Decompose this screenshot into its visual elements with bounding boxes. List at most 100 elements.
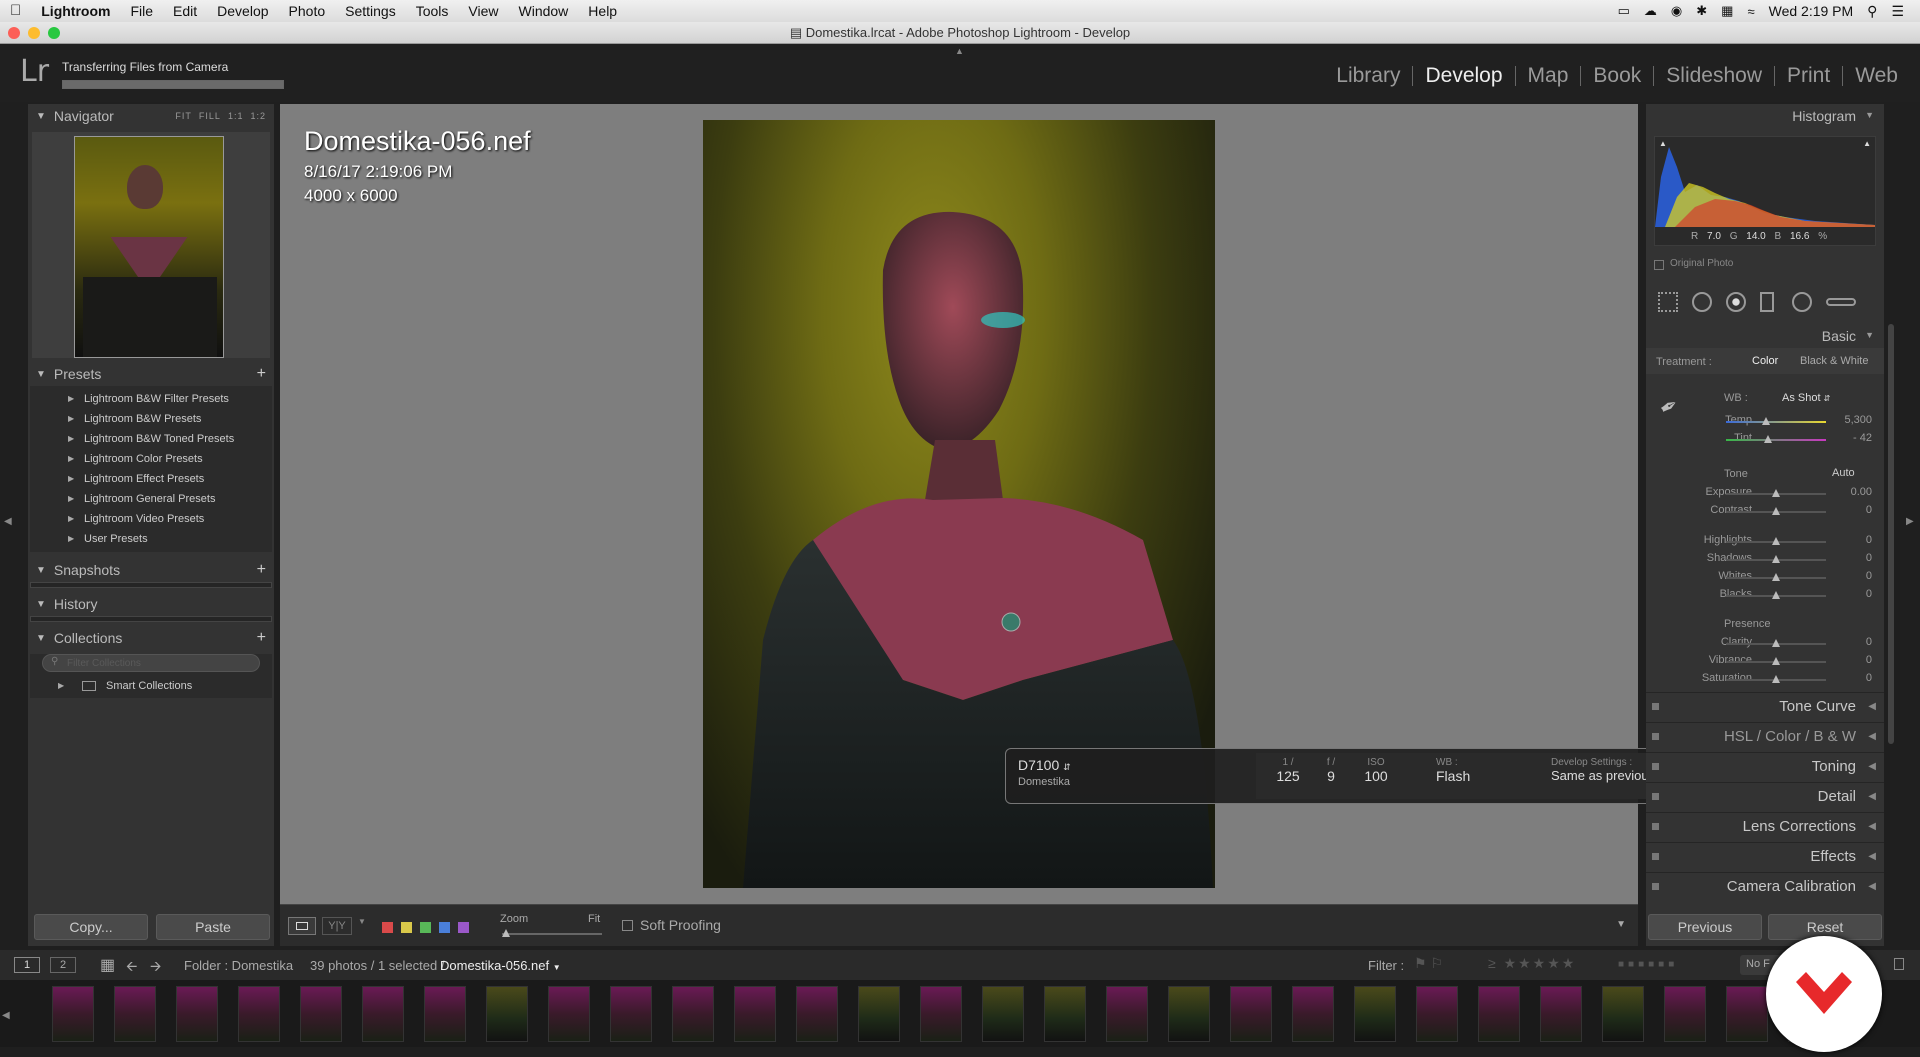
before-after-view-button[interactable]: Y|Y	[322, 917, 352, 935]
color-label-red[interactable]	[382, 922, 393, 933]
treatment-bw-option[interactable]: Black & White	[1800, 355, 1868, 367]
filmstrip-thumbnail[interactable]	[982, 986, 1024, 1042]
preset-folder[interactable]: ▶ Lightroom B&W Filter Presets	[30, 389, 272, 409]
vibrance-value[interactable]: 0	[1866, 654, 1872, 666]
filmstrip-thumbnail[interactable]	[176, 986, 218, 1042]
grid-view-icon[interactable]: ▦	[100, 955, 115, 975]
nav-1-2[interactable]: 1:2	[250, 111, 266, 121]
filmstrip-thumbnail[interactable]	[548, 986, 590, 1042]
filmstrip-thumbnail[interactable]	[1168, 986, 1210, 1042]
filmstrip-scroll-left-icon[interactable]: ◀	[2, 1010, 10, 1021]
panel-switch-icon[interactable]	[1652, 733, 1659, 740]
bw-tab[interactable]: B & W	[1813, 728, 1856, 745]
module-library[interactable]: Library	[1324, 65, 1414, 86]
whites-slider-knob[interactable]	[1772, 573, 1780, 581]
collapse-triangle-icon[interactable]: ▼	[1865, 330, 1874, 340]
nav-fill[interactable]: FILL	[199, 111, 221, 121]
wb-eyedropper-icon[interactable]: ✒	[1655, 391, 1684, 423]
module-develop[interactable]: Develop	[1413, 65, 1516, 86]
panel-switch-icon[interactable]	[1652, 853, 1659, 860]
hud-camera-cell[interactable]: D7100 ⇵ Domestika	[1018, 757, 1071, 788]
add-snapshot-icon[interactable]: +	[257, 561, 266, 579]
bluetooth-icon[interactable]: ✱	[1696, 3, 1707, 19]
navigator-header[interactable]: ▼ Navigator FIT FILL 1:1 1:2	[28, 104, 274, 128]
notification-list-icon[interactable]: ☰	[1891, 3, 1904, 20]
collapse-top-panel-icon[interactable]: ▲	[955, 46, 964, 56]
primary-display-button[interactable]: 1	[14, 957, 40, 973]
temp-slider-track[interactable]	[1726, 421, 1826, 423]
radial-filter-tool-icon[interactable]	[1792, 292, 1812, 312]
toolbar-options-dropdown-icon[interactable]: ▼	[1616, 919, 1626, 930]
color-label-blue[interactable]	[439, 922, 450, 933]
blacks-slider-knob[interactable]	[1772, 591, 1780, 599]
collections-header[interactable]: ▼ Collections +	[28, 626, 274, 650]
add-collection-icon[interactable]: +	[257, 629, 266, 647]
nav-fit[interactable]: FIT	[175, 111, 192, 121]
secondary-display-button[interactable]: 2	[50, 957, 76, 973]
history-header[interactable]: ▼ History	[28, 592, 274, 616]
preset-folder[interactable]: ▶ Lightroom Video Presets	[30, 509, 272, 529]
add-preset-icon[interactable]: +	[257, 365, 266, 383]
filmstrip-thumbnail[interactable]	[672, 986, 714, 1042]
close-window-button[interactable]	[8, 27, 20, 39]
tone-curve-panel-header[interactable]: Tone Curve ◀	[1646, 692, 1884, 720]
auto-tone-button[interactable]: Auto	[1832, 467, 1855, 479]
filmstrip-thumbnail[interactable]	[424, 986, 466, 1042]
menu-settings[interactable]: Settings	[335, 0, 406, 22]
preset-folder[interactable]: ▶ Lightroom B&W Presets	[30, 409, 272, 429]
filmstrip-thumbnail[interactable]	[1416, 986, 1458, 1042]
filmstrip-thumbnail[interactable]	[1292, 986, 1334, 1042]
filter-lock-icon[interactable]	[1894, 958, 1904, 970]
filmstrip-thumbnail[interactable]	[1354, 986, 1396, 1042]
lens-corrections-panel-header[interactable]: Lens Corrections ◀	[1646, 812, 1884, 840]
flag-filter-icon[interactable]: ⚑ ⚐	[1414, 955, 1443, 972]
saturation-value[interactable]: 0	[1866, 672, 1872, 684]
graduated-filter-tool-icon[interactable]	[1760, 292, 1774, 312]
filmstrip-thumbnail[interactable]	[1230, 986, 1272, 1042]
filmstrip-thumbnail[interactable]	[114, 986, 156, 1042]
minimize-window-button[interactable]	[28, 27, 40, 39]
panel-switch-icon[interactable]	[1652, 883, 1659, 890]
hsl-panel-header[interactable]: HSL / Color / B & W ◀	[1646, 722, 1884, 750]
red-eye-tool-icon[interactable]	[1726, 292, 1746, 312]
filmstrip-thumbnail[interactable]	[734, 986, 776, 1042]
filmstrip-thumbnail[interactable]	[486, 986, 528, 1042]
menu-app-name[interactable]: Lightroom	[31, 0, 120, 22]
menu-window[interactable]: Window	[509, 0, 579, 22]
preset-folder[interactable]: ▶ Lightroom B&W Toned Presets	[30, 429, 272, 449]
filmstrip-thumbnail[interactable]	[1664, 986, 1706, 1042]
filmstrip-thumbnail[interactable]	[238, 986, 280, 1042]
filmstrip-thumbnail[interactable]	[362, 986, 404, 1042]
zoom-slider-knob[interactable]	[502, 929, 510, 937]
contrast-value[interactable]: 0	[1866, 504, 1872, 516]
highlights-slider-knob[interactable]	[1772, 537, 1780, 545]
filmstrip-thumbnail[interactable]	[920, 986, 962, 1042]
shadow-clipping-icon[interactable]: ▲	[1659, 139, 1667, 148]
panel-switch-icon[interactable]	[1652, 823, 1659, 830]
filmstrip[interactable]	[0, 980, 1920, 1047]
right-panel-toggle-icon[interactable]: ▶	[1906, 516, 1914, 527]
module-map[interactable]: Map	[1516, 65, 1582, 86]
navigator-preview[interactable]	[32, 132, 270, 358]
collections-search-input[interactable]: ⚲ Filter Collections	[42, 654, 260, 672]
menu-file[interactable]: File	[120, 0, 163, 22]
shadows-value[interactable]: 0	[1866, 552, 1872, 564]
presets-header[interactable]: ▼ Presets +	[28, 362, 274, 386]
panel-switch-icon[interactable]	[1652, 703, 1659, 710]
spotlight-search-icon[interactable]: ⚲	[1867, 3, 1877, 20]
color-label-filter[interactable]: ■■■■■■	[1618, 959, 1678, 970]
camera-calibration-panel-header[interactable]: Camera Calibration ◀	[1646, 872, 1884, 900]
smart-collections-folder[interactable]: ▶ Smart Collections	[30, 676, 272, 696]
snapshots-header[interactable]: ▼ Snapshots +	[28, 558, 274, 582]
collapse-triangle-icon[interactable]: ▼	[1865, 110, 1874, 120]
filmstrip-thumbnail[interactable]	[1044, 986, 1086, 1042]
module-print[interactable]: Print	[1775, 65, 1844, 86]
filmstrip-thumbnail[interactable]	[796, 986, 838, 1042]
menu-tools[interactable]: Tools	[406, 0, 459, 22]
display-icon[interactable]: ▭	[1618, 3, 1630, 19]
apple-icon[interactable]: 	[0, 0, 31, 22]
menu-edit[interactable]: Edit	[163, 0, 207, 22]
menu-view[interactable]: View	[458, 0, 508, 22]
filmstrip-thumbnail[interactable]	[1602, 986, 1644, 1042]
hsl-tab[interactable]: HSL	[1724, 728, 1753, 745]
